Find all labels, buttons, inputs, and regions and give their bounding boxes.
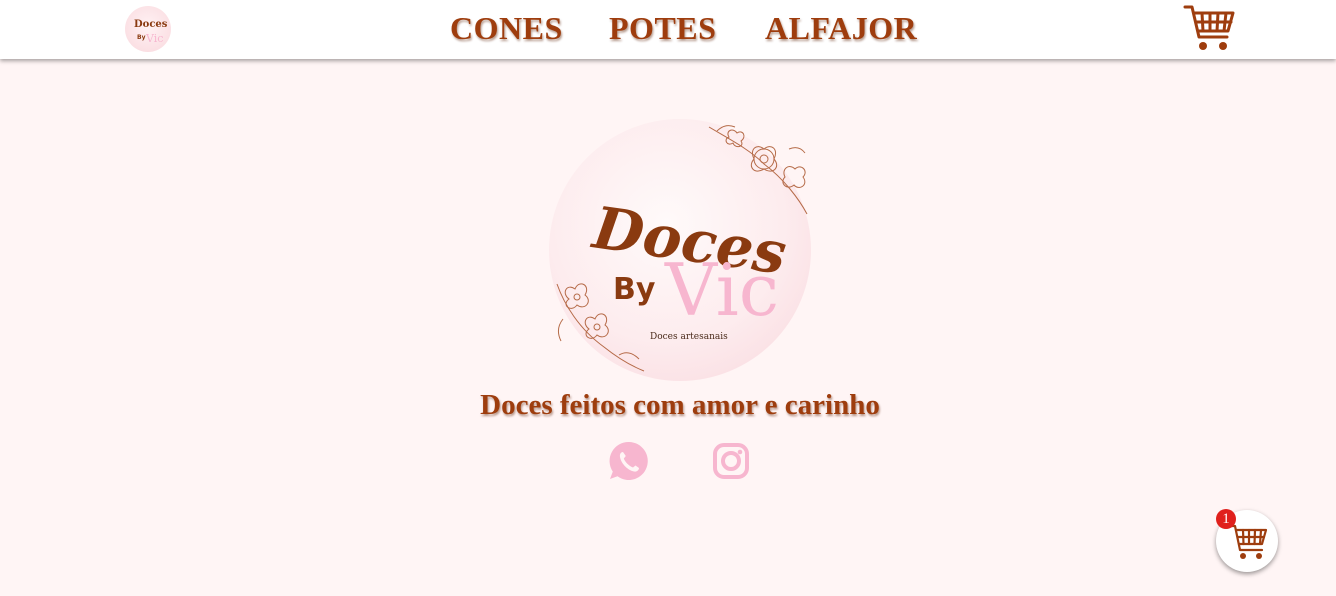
nav-link-cones[interactable]: CONES	[450, 10, 563, 47]
floral-decoration: Doces By Vic Doces artesanais	[556, 125, 808, 372]
whatsapp-link[interactable]	[607, 439, 651, 483]
hero-logo-word-2: By	[613, 272, 656, 307]
hero-section: Doces By Vic Doces artesanais Doces feit…	[0, 59, 1336, 596]
hero-logo: Doces By Vic Doces artesanais	[549, 119, 811, 381]
whatsapp-icon	[609, 441, 648, 480]
header-cart-button[interactable]	[1183, 3, 1237, 55]
instagram-icon	[713, 443, 749, 479]
hero-tagline: Doces feitos com amor e carinho	[480, 389, 880, 421]
nav-link-potes[interactable]: POTES	[609, 10, 716, 47]
hero-logo-word-3: Vic	[664, 248, 779, 332]
hero-logo-subtitle: Doces artesanais	[650, 332, 728, 342]
nav-link-alfajor[interactable]: ALFAJOR	[765, 10, 917, 47]
shopping-cart-icon	[1183, 5, 1235, 50]
main-nav: CONES POTES ALFAJOR	[0, 0, 1336, 59]
top-navbar: Doces By Vic CONES POTES ALFAJOR	[0, 0, 1336, 59]
instagram-link[interactable]	[709, 439, 753, 483]
cart-count-badge: 1	[1216, 509, 1236, 529]
